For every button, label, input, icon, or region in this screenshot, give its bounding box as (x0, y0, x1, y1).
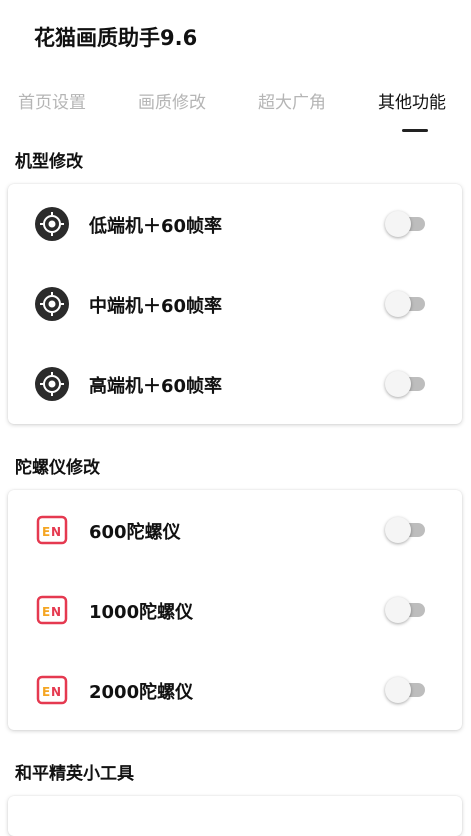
toggle-thumb (385, 291, 411, 317)
setting-label: 高端机＋60帧率 (89, 376, 223, 397)
setting-label: 中端机＋60帧率 (89, 296, 223, 317)
svg-text:N: N (51, 605, 61, 619)
gyro-settings-card: E N 600陀螺仪 E N 1000陀螺仪 E N 2000陀螺仪 (8, 490, 462, 730)
setting-label: 2000陀螺仪 (89, 682, 194, 703)
gyro-600-toggle[interactable] (383, 516, 429, 544)
svg-text:E: E (42, 605, 50, 619)
setting-label: 1000陀螺仪 (89, 602, 194, 623)
toggle-thumb (385, 597, 411, 623)
svg-text:N: N (51, 525, 61, 539)
section-title-gyro: 陀螺仪修改 (15, 458, 100, 478)
svg-text:E: E (42, 525, 50, 539)
setting-row-gyro-600: E N 600陀螺仪 (8, 490, 462, 570)
setting-row-low-end: 低端机＋60帧率 (8, 184, 462, 264)
setting-label: 低端机＋60帧率 (89, 216, 223, 237)
en-badge-icon: E N (36, 675, 68, 705)
toggle-thumb (385, 517, 411, 543)
toggle-thumb (385, 371, 411, 397)
tools-card (8, 796, 462, 836)
setting-row-gyro-1000: E N 1000陀螺仪 (8, 570, 462, 650)
section-title-model: 机型修改 (15, 152, 83, 172)
en-badge-icon: E N (36, 515, 68, 545)
cpu-chip-icon (35, 207, 69, 241)
setting-label: 600陀螺仪 (89, 522, 181, 543)
toggle-thumb (385, 211, 411, 237)
mid-end-toggle[interactable] (383, 290, 429, 318)
model-settings-card: 低端机＋60帧率 中端机＋60帧率 高端机＋60帧率 (8, 184, 462, 424)
gyro-1000-toggle[interactable] (383, 596, 429, 624)
cpu-chip-icon (35, 287, 69, 321)
tab-home-settings[interactable]: 首页设置 (18, 88, 86, 113)
cpu-chip-icon (35, 367, 69, 401)
section-title-tools: 和平精英小工具 (15, 764, 134, 784)
low-end-toggle[interactable] (383, 210, 429, 238)
tab-wide-angle[interactable]: 超大广角 (258, 88, 326, 113)
tab-quality-modify[interactable]: 画质修改 (138, 88, 206, 113)
active-tab-indicator (402, 129, 428, 132)
setting-row-mid-end: 中端机＋60帧率 (8, 264, 462, 344)
high-end-toggle[interactable] (383, 370, 429, 398)
gyro-2000-toggle[interactable] (383, 676, 429, 704)
app-title: 花猫画质助手9.6 (34, 26, 198, 50)
svg-text:E: E (42, 685, 50, 699)
en-badge-icon: E N (36, 595, 68, 625)
setting-row-gyro-2000: E N 2000陀螺仪 (8, 650, 462, 730)
tab-bar: 首页设置 画质修改 超大广角 其他功能 (0, 88, 471, 118)
tab-other-functions[interactable]: 其他功能 (378, 88, 446, 113)
setting-row-high-end: 高端机＋60帧率 (8, 344, 462, 424)
svg-text:N: N (51, 685, 61, 699)
toggle-thumb (385, 677, 411, 703)
